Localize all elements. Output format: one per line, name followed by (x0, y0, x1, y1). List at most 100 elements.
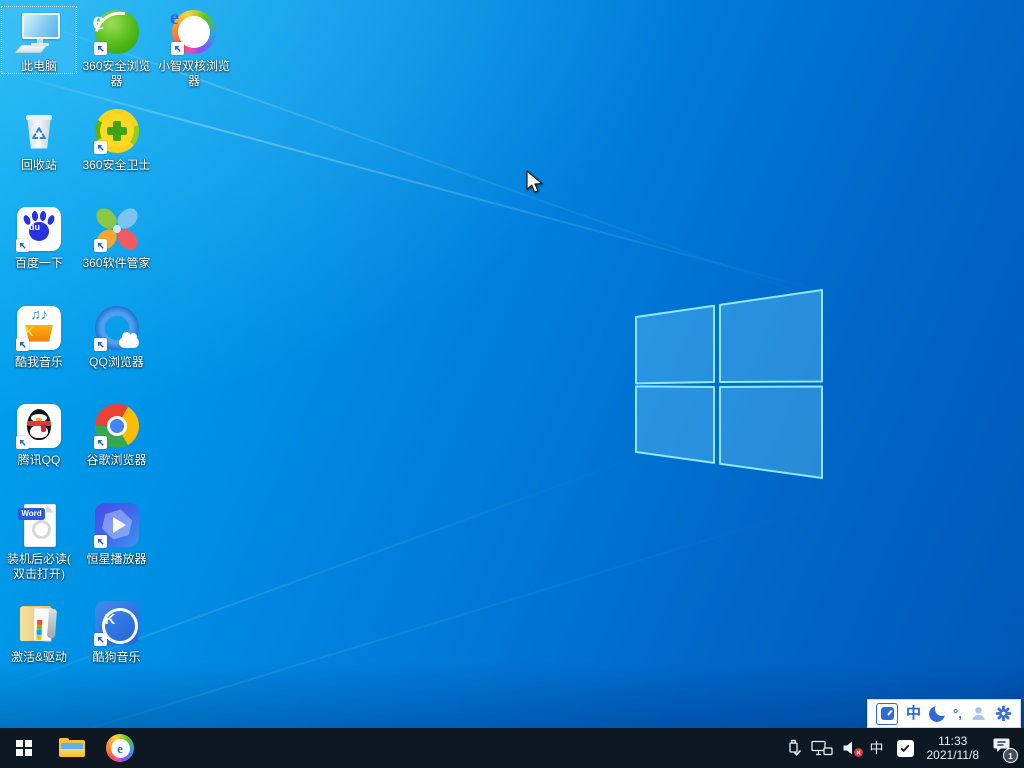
desktop-icon-label: 腾讯QQ (17, 453, 61, 467)
desktop-icon-label: 回收站 (20, 157, 57, 172)
tencent-qq-icon-part (41, 424, 46, 432)
safe-360-icon-part (112, 120, 121, 141)
desktop-icon-label: 激活&驱动 (10, 650, 67, 664)
desktop-icon-label: 恒星播放器 (86, 551, 147, 566)
usb-device-icon[interactable] (785, 739, 802, 757)
shortcut-arrow-glyph (97, 341, 104, 348)
recycle-bin-icon-part (32, 126, 46, 139)
desktop-icon-star-player[interactable]: 恒星播放器 (79, 499, 155, 567)
desktop-icon-chrome[interactable]: 谷歌浏览器 (79, 400, 155, 468)
browser-icon: e (106, 734, 134, 762)
desktop-icon-baidu[interactable]: du 百度一下 (1, 203, 77, 271)
shortcut-arrow-glyph (19, 242, 26, 249)
desktop-icon-drivers[interactable]: 激活&驱动 (1, 597, 77, 665)
taskbar-clock[interactable]: 11:33 2021/11/8 (927, 734, 980, 762)
desktop-icon-label: 谷歌浏览器 (86, 453, 147, 467)
shortcut-arrow-icon (16, 436, 29, 449)
clock-time: 11:33 (938, 734, 968, 748)
start-button[interactable] (0, 728, 48, 768)
desktop-icon-browser-xiaozhi[interactable]: e 小智双核浏览器 (156, 6, 232, 89)
desktop-icon-label: 360软件管家 (82, 256, 151, 270)
readme-icon: Word (15, 501, 63, 549)
ime-punctuation-button[interactable]: °, (953, 707, 962, 720)
shortcut-arrow-icon (16, 337, 29, 351)
tencent-qq-icon-part (36, 418, 42, 421)
moon-icon[interactable] (929, 705, 946, 722)
shortcut-arrow-icon (171, 42, 184, 55)
shortcut-arrow-icon (93, 534, 107, 548)
tencent-qq-icon-part (27, 421, 51, 426)
folder-icon (59, 738, 85, 758)
shortcut-arrow-icon (93, 239, 107, 252)
shortcut-arrow-glyph (19, 341, 26, 348)
drivers-icon (15, 599, 63, 647)
browser-360-icon: e (84, 2, 153, 70)
qq-browser-icon-part (118, 331, 139, 348)
desktop-wallpaper[interactable]: 此电脑 e 360安全浏览器 e 小智双核浏览器 回收站 360安全卫士 du 百度一下 360软… (0, 0, 1024, 768)
kuwo-icon: ♫♪ K (15, 304, 63, 352)
star-player-icon-part (112, 516, 126, 533)
swmgr-360-icon (91, 204, 142, 254)
desktop-icon-kugou[interactable]: K 酷狗音乐 (79, 597, 155, 665)
kuwo-icon-part: K (25, 324, 53, 342)
recycle-bin-icon-part (26, 114, 52, 120)
safe-360-icon (93, 107, 141, 155)
network-icon[interactable] (810, 740, 833, 756)
drivers-icon-part (36, 619, 49, 640)
drivers-icon-part (36, 634, 42, 640)
action-center-button[interactable]: 1 (993, 737, 1018, 763)
desktop-icon-this-pc[interactable]: 此电脑 (1, 6, 77, 74)
baidu-icon-part: du (29, 222, 49, 241)
chrome-icon-part (109, 419, 124, 433)
shortcut-arrow-glyph (174, 45, 181, 52)
swmgr-360-icon-part (112, 225, 121, 233)
desktop-icon-label: 此电脑 (20, 59, 57, 73)
this-pc-icon (14, 8, 63, 56)
kuwo-icon-part: ♫♪ (30, 305, 48, 322)
desktop-icon-label: 小智双核浏览器 (157, 59, 230, 88)
readme-icon-part (32, 519, 51, 539)
drivers-icon-part (20, 607, 34, 641)
shortcut-arrow-glyph (97, 538, 104, 545)
desktop-icon-qq-browser[interactable]: QQ浏览器 (79, 302, 155, 370)
ime-check-tray-icon[interactable] (896, 739, 914, 757)
language-indicator[interactable]: 中 (870, 741, 884, 755)
kugou-icon: K (93, 599, 141, 647)
this-pc-icon-part (22, 13, 60, 39)
desktop-icon-label: 百度一下 (14, 256, 63, 270)
desktop-icon-label: 酷狗音乐 (92, 650, 141, 664)
gauge-icon (880, 707, 894, 720)
desktop-icon-safe-360[interactable]: 360安全卫士 (79, 105, 155, 173)
gear-icon[interactable] (995, 705, 1012, 722)
desktop-icon-recycle-bin[interactable]: 回收站 (1, 105, 77, 173)
mute-badge-icon (853, 748, 863, 757)
shortcut-arrow-icon (93, 42, 107, 55)
recycle-bin-icon (15, 107, 63, 155)
person-icon[interactable] (970, 705, 987, 722)
shortcut-arrow-glyph (97, 242, 104, 249)
shortcut-arrow-icon (93, 140, 107, 154)
recycle-bin-icon-part (32, 126, 46, 139)
browser-taskbar-button[interactable]: e (96, 728, 144, 768)
ime-speed-mode-button[interactable] (876, 702, 899, 725)
desktop-icon-swmgr-360[interactable]: 360软件管家 (79, 203, 155, 271)
desktop-icon-label: 酷我音乐 (14, 354, 63, 369)
ime-chinese-mode-button[interactable]: 中 (906, 706, 921, 721)
system-tray: 中 11:33 2021/11/8 1 (776, 728, 1024, 768)
desktop-icon-tencent-qq[interactable]: 腾讯QQ (1, 400, 77, 468)
windows-logo-icon (16, 740, 32, 756)
volume-muted-icon[interactable] (842, 740, 863, 757)
qq-browser-icon (93, 304, 141, 352)
file-explorer-button[interactable] (48, 728, 96, 768)
desktop-icon-label: 360安全浏览器 (82, 59, 151, 88)
shortcut-arrow-glyph (97, 144, 104, 151)
desktop-icon-readme[interactable]: Word 装机后必读( 双击打开) (1, 499, 77, 582)
star-player-icon (93, 501, 141, 549)
desktop-icon-browser-360[interactable]: e 360安全浏览器 (79, 2, 155, 89)
shortcut-arrow-glyph (19, 439, 26, 446)
desktop-icon-label: 360安全卫士 (82, 157, 151, 172)
desktop-icon-kuwo[interactable]: ♫♪ K 酷我音乐 (1, 302, 77, 370)
baidu-icon: du (15, 205, 63, 253)
shortcut-arrow-icon (93, 436, 107, 449)
browser-xiaozhi-icon: e (170, 8, 218, 56)
